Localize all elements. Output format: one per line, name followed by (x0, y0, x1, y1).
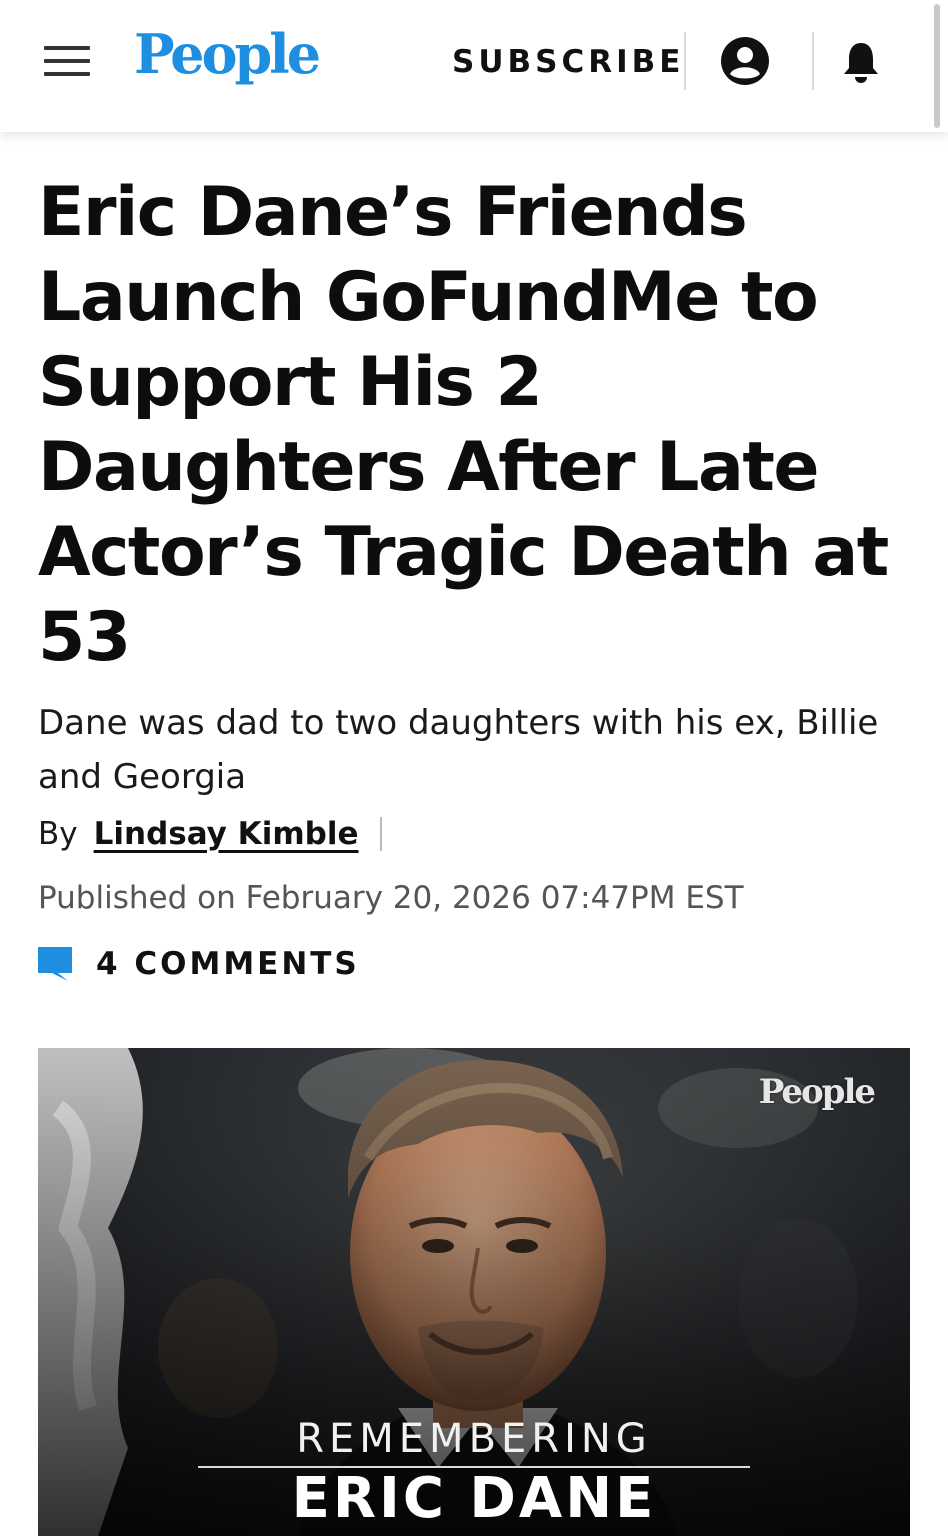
hero-name: ERIC DANE (291, 1466, 657, 1531)
site-header: People SUBSCRIBE (0, 0, 948, 132)
byline: By Lindsay Kimble (38, 816, 383, 852)
byline-prefix: By (38, 816, 78, 852)
header-divider (684, 32, 686, 90)
people-logo[interactable]: People (134, 22, 321, 86)
hero-image[interactable]: People REMEMBERING ERIC DANE (38, 1048, 910, 1536)
published-date: Published on February 20, 2026 07:47PM E… (38, 880, 744, 916)
subscribe-button[interactable]: SUBSCRIBE (452, 44, 684, 80)
article-dek: Dane was dad to two daughters with his e… (38, 703, 879, 797)
eric-dane-portrait (38, 1048, 910, 1536)
people-watermark: People (758, 1072, 876, 1112)
byline-divider (380, 817, 383, 851)
comment-icon (38, 947, 72, 981)
article-title: Eric Dane’s Friends Launch GoFundMe to S… (38, 173, 889, 677)
remembering-label: REMEMBERING (296, 1416, 652, 1462)
author-link[interactable]: Lindsay Kimble (94, 816, 359, 852)
account-icon[interactable] (720, 36, 770, 90)
menu-icon[interactable] (44, 46, 90, 76)
header-divider (812, 32, 814, 90)
scrollbar[interactable] (934, 4, 940, 128)
bell-icon[interactable] (840, 40, 882, 88)
comments-link[interactable]: 4 COMMENTS (38, 946, 360, 982)
comments-count: 4 COMMENTS (96, 946, 360, 982)
